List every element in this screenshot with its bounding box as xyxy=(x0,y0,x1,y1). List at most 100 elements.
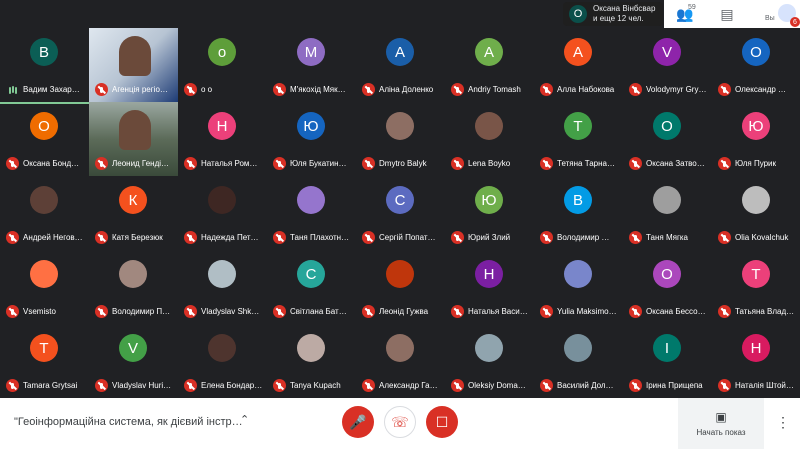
participant-avatar: Т xyxy=(564,112,592,140)
participant-tile[interactable]: Н Наталья Ром… xyxy=(178,102,267,176)
participant-tile[interactable]: Таня Мягка xyxy=(623,176,712,250)
participant-tile[interactable]: Ю Юрий Злий xyxy=(445,176,534,250)
presenter-name: Оксана Вінбсвар xyxy=(593,4,656,13)
participant-tile[interactable]: Т Tamara Grytsai xyxy=(0,324,89,398)
participant-tile[interactable]: Елена Бондар… xyxy=(178,324,267,398)
participant-tile[interactable]: О Олександр … xyxy=(712,28,800,102)
participant-tile[interactable]: А Аліна Доленко xyxy=(356,28,445,102)
participant-tile[interactable]: Tanya Kupach xyxy=(267,324,356,398)
participant-name: Леонид Генді… xyxy=(112,159,170,168)
participant-avatar: К xyxy=(119,186,147,214)
participant-tile[interactable]: В Володимир … xyxy=(534,176,623,250)
participant-avatar: А xyxy=(564,38,592,66)
participant-tile[interactable]: Н Наталія Штой… xyxy=(712,324,800,398)
participant-tile[interactable]: Надежда Пет… xyxy=(178,176,267,250)
participant-name: Vladyslav Shk… xyxy=(201,307,260,316)
participant-tile[interactable]: Леонид Генді… xyxy=(89,102,178,176)
participant-name: Агенція регіо… xyxy=(112,85,168,94)
participant-name: Andriy Tomash xyxy=(468,85,521,94)
leave-call-button[interactable]: ☏ xyxy=(384,406,416,438)
participant-tile[interactable]: А Алла Набокова xyxy=(534,28,623,102)
participant-name: Юля Пурик xyxy=(735,159,777,168)
participant-avatar xyxy=(475,112,503,140)
participant-tile[interactable]: V Volodymyr Gry… xyxy=(623,28,712,102)
participant-tile[interactable]: Ю Юля Букатин… xyxy=(267,102,356,176)
participant-tile[interactable]: Леонід Гужва xyxy=(356,250,445,324)
participant-tile[interactable]: Ю Юля Пурик xyxy=(712,102,800,176)
participant-name: о о xyxy=(201,85,213,94)
participant-tile[interactable]: о о о xyxy=(178,28,267,102)
meeting-title[interactable]: "Геоінформаційна система, як дієвий інст… xyxy=(14,416,243,428)
participant-tile[interactable]: Lena Boyko xyxy=(445,102,534,176)
mic-muted-icon xyxy=(273,157,286,170)
participant-name: Оксана Бонд… xyxy=(23,159,80,168)
participant-tile[interactable]: Н Наталья Васи… xyxy=(445,250,534,324)
presenter-indicator[interactable]: О Оксана Вінбсвар и еще 12 чел. xyxy=(563,2,663,26)
participant-tile[interactable]: V Vladyslav Huri… xyxy=(89,324,178,398)
participant-tile[interactable]: Андрей Негов… xyxy=(0,176,89,250)
chat-button[interactable]: ▤ xyxy=(706,0,748,28)
participant-tile[interactable]: С Сергій Попат… xyxy=(356,176,445,250)
mic-muted-icon xyxy=(718,305,731,318)
participant-tile[interactable]: Olia Kovalchuk xyxy=(712,176,800,250)
participant-tile[interactable]: М М'якохід Мяк… xyxy=(267,28,356,102)
participant-tile[interactable]: Oleksiy Doma… xyxy=(445,324,534,398)
mic-toggle-button[interactable]: 🎤 xyxy=(342,406,374,438)
participant-name: М'якохід Мяк… xyxy=(290,85,346,94)
mic-muted-icon xyxy=(273,379,286,392)
participant-name: Леонід Гужва xyxy=(379,307,429,316)
participant-tile[interactable]: Таня Плахотн… xyxy=(267,176,356,250)
participant-tile[interactable]: Yulia Maksimo… xyxy=(534,250,623,324)
mic-muted-icon xyxy=(718,157,731,170)
participant-tile[interactable]: А Andriy Tomash xyxy=(445,28,534,102)
participant-name: Сергій Попат… xyxy=(379,233,436,242)
mic-muted-icon xyxy=(95,157,108,170)
participant-tile[interactable]: Александр Га… xyxy=(356,324,445,398)
participant-avatar: О xyxy=(742,38,770,66)
participant-tile[interactable]: Василий Дол… xyxy=(534,324,623,398)
participant-tile[interactable]: О Оксана Бонд… xyxy=(0,102,89,176)
mic-muted-icon xyxy=(184,83,197,96)
participant-avatar: Н xyxy=(208,112,236,140)
participant-name: Василий Дол… xyxy=(557,381,614,390)
participant-tile[interactable]: Агенція регіо… xyxy=(89,28,178,102)
participant-avatar: А xyxy=(386,38,414,66)
hangup-icon: ☏ xyxy=(391,413,409,430)
top-right-controls: 👥 59 ▤ Вы 6 xyxy=(664,0,800,28)
camera-toggle-button[interactable]: ☐ xyxy=(426,406,458,438)
mic-muted-icon xyxy=(451,305,464,318)
participant-tile[interactable]: Т Татьяна Влад… xyxy=(712,250,800,324)
participant-avatar xyxy=(208,334,236,362)
participant-avatar: V xyxy=(653,38,681,66)
participant-name: Yulia Maksimo… xyxy=(557,307,617,316)
participant-avatar xyxy=(742,186,770,214)
participant-tile[interactable]: В Вадим Захар… xyxy=(0,28,89,104)
participant-name: Андрей Негов… xyxy=(23,233,83,242)
participant-tile[interactable]: К Катя Березюк xyxy=(89,176,178,250)
chevron-up-icon[interactable]: ⌃ xyxy=(240,413,249,426)
more-options-icon[interactable]: ⋮ xyxy=(776,414,790,431)
participant-tile[interactable]: Володимир П… xyxy=(89,250,178,324)
present-icon: ▣ xyxy=(715,410,727,424)
participant-tile[interactable]: О Оксана Затво… xyxy=(623,102,712,176)
participant-tile[interactable]: Vladyslav Shk… xyxy=(178,250,267,324)
mic-muted-icon xyxy=(362,157,375,170)
participant-avatar: С xyxy=(386,186,414,214)
participant-name: Vladyslav Huri… xyxy=(112,381,172,390)
participant-avatar: В xyxy=(30,38,58,66)
participant-tile[interactable]: С Світлана Бат… xyxy=(267,250,356,324)
participant-tile[interactable]: Dmytro Balyk xyxy=(356,102,445,176)
present-now-button[interactable]: ▣ Начать показ xyxy=(678,398,764,449)
participant-name: Оксана Бессо… xyxy=(646,307,706,316)
mic-muted-icon xyxy=(273,305,286,318)
participant-tile[interactable]: О Оксана Бессо… xyxy=(623,250,712,324)
top-bar: О Оксана Вінбсвар и еще 12 чел. 👥 59 ▤ В… xyxy=(0,0,800,28)
participant-avatar: Ю xyxy=(475,186,503,214)
participant-tile[interactable]: Т Тетяна Тарна… xyxy=(534,102,623,176)
mic-muted-icon xyxy=(184,305,197,318)
participant-tile[interactable]: І Ірина Прищепа xyxy=(623,324,712,398)
participant-name: Татьяна Влад… xyxy=(735,307,795,316)
mic-muted-icon xyxy=(540,83,553,96)
participant-tile[interactable]: Vsemisto xyxy=(0,250,89,324)
participants-button[interactable]: 👥 59 xyxy=(664,0,706,28)
